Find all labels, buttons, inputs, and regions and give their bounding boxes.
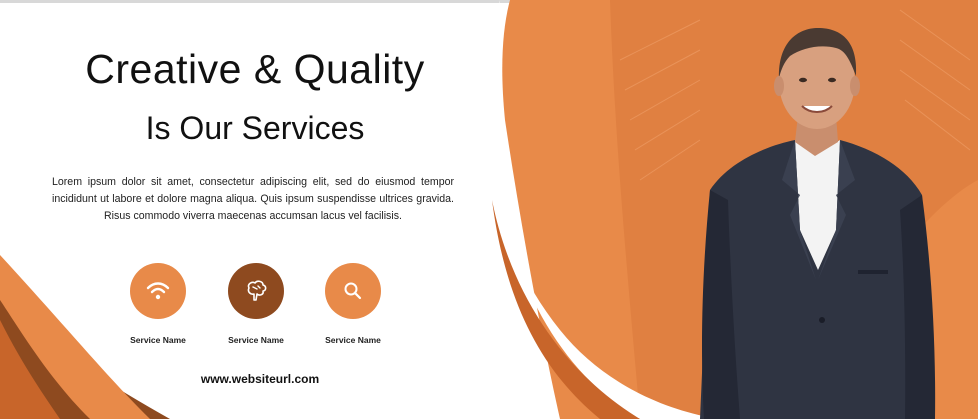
- search-icon: [344, 282, 362, 300]
- brain-icon: [247, 280, 267, 301]
- service-icon-circle: [228, 263, 284, 319]
- headline-line1: Creative & Quality: [85, 46, 425, 92]
- wifi-icon: [146, 282, 170, 300]
- banner: Creative & Quality Is Our Services Lorem…: [0, 0, 978, 419]
- service-label: Service Name: [325, 335, 381, 345]
- service-label: Service Name: [228, 335, 284, 345]
- service-icon-circle: [325, 263, 381, 319]
- service-icon-circle: [130, 263, 186, 319]
- service-item-2[interactable]: Service Name: [206, 263, 306, 345]
- businessman-photo: [700, 28, 936, 419]
- service-item-3[interactable]: Service Name: [303, 263, 403, 345]
- website-url[interactable]: www.websiteurl.com: [160, 372, 360, 386]
- service-label: Service Name: [130, 335, 186, 345]
- headline-line2: Is Our Services: [145, 110, 365, 146]
- description: Lorem ipsum dolor sit amet, consectetur …: [52, 176, 454, 222]
- service-item-1[interactable]: Service Name: [108, 263, 208, 345]
